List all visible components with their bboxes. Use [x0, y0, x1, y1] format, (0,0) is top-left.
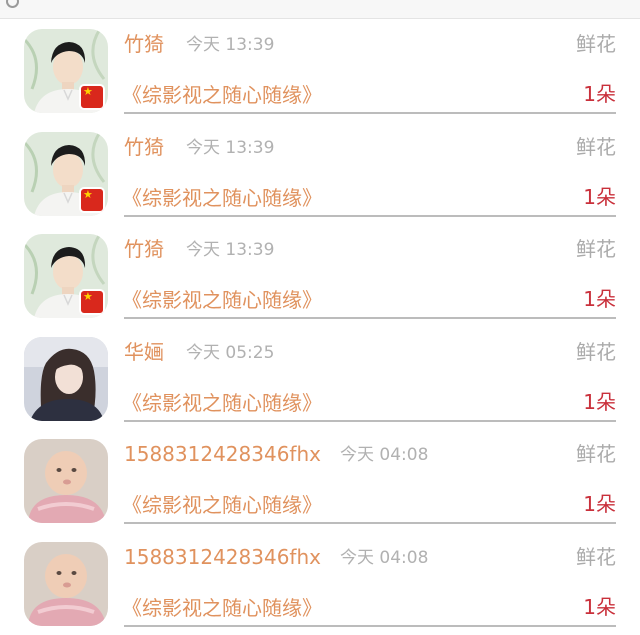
flower-gift-list: ★ 竹猗 今天 13:39 鲜花 《综影视之随心随缘》 1朵 ★ 竹猗 今天 1…	[0, 19, 640, 635]
gift-count: 1朵	[583, 492, 616, 517]
book-title-link[interactable]: 《综影视之随心随缘》	[122, 185, 322, 211]
gift-type: 鲜花	[576, 339, 616, 364]
user-name[interactable]: 1588312428346fhx	[124, 441, 321, 467]
timestamp: 今天 13:39	[186, 35, 275, 55]
divider	[124, 522, 616, 525]
list-item[interactable]: 华婳 今天 05:25 鲜花 《综影视之随心随缘》 1朵	[0, 327, 640, 430]
avatar[interactable]	[24, 541, 108, 626]
book-title-link[interactable]: 《综影视之随心随缘》	[122, 492, 322, 518]
gift-type: 鲜花	[576, 134, 616, 159]
divider	[124, 112, 616, 114]
list-item[interactable]: ★ 竹猗 今天 13:39 鲜花 《综影视之随心随缘》 1朵	[0, 122, 640, 225]
flag-icon: ★	[79, 186, 105, 213]
gift-type: 鲜花	[576, 442, 616, 467]
timestamp: 今天 04:08	[340, 445, 429, 466]
avatar[interactable]: ★	[24, 29, 108, 113]
divider	[124, 419, 616, 422]
search-icon[interactable]	[6, 0, 19, 8]
timestamp: 今天 05:25	[186, 342, 275, 363]
user-name[interactable]: 华婳	[124, 339, 164, 365]
baby-avatar-image	[24, 541, 108, 626]
woman-avatar-image	[24, 336, 108, 421]
timestamp: 今天 13:39	[186, 137, 275, 158]
book-title-link[interactable]: 《综影视之随心随缘》	[122, 595, 322, 621]
baby-avatar-image	[24, 439, 108, 524]
gift-type: 鲜花	[576, 32, 616, 56]
gift-count: 1朵	[583, 594, 616, 619]
avatar[interactable]	[24, 336, 108, 421]
divider	[124, 214, 616, 217]
avatar[interactable]: ★	[24, 131, 108, 216]
user-name[interactable]: 竹猗	[124, 134, 164, 160]
gift-count: 1朵	[583, 184, 616, 209]
book-title-link[interactable]: 《综影视之随心随缘》	[122, 287, 322, 313]
user-name[interactable]: 竹猗	[124, 236, 164, 262]
list-item[interactable]: 1588312428346fhx 今天 04:08 鲜花 《综影视之随心随缘》 …	[0, 429, 640, 532]
gift-type: 鲜花	[576, 237, 616, 262]
list-item[interactable]: ★ 竹猗 今天 13:39 鲜花 《综影视之随心随缘》 1朵	[0, 19, 640, 122]
user-name[interactable]: 1588312428346fhx	[124, 544, 321, 570]
flag-icon: ★	[79, 84, 105, 110]
book-title-link[interactable]: 《综影视之随心随缘》	[122, 82, 322, 108]
divider	[124, 317, 616, 320]
avatar[interactable]	[24, 439, 108, 524]
gift-count: 1朵	[583, 287, 616, 312]
book-title-link[interactable]: 《综影视之随心随缘》	[122, 390, 322, 416]
flag-icon: ★	[79, 289, 105, 316]
avatar[interactable]: ★	[24, 234, 108, 319]
gift-count: 1朵	[583, 389, 616, 414]
timestamp: 今天 13:39	[186, 240, 275, 261]
gift-type: 鲜花	[576, 544, 616, 569]
divider	[124, 624, 616, 627]
list-item[interactable]: ★ 竹猗 今天 13:39 鲜花 《综影视之随心随缘》 1朵	[0, 224, 640, 327]
gift-count: 1朵	[583, 82, 616, 106]
timestamp: 今天 04:08	[340, 547, 429, 568]
list-item[interactable]: 1588312428346fhx 今天 04:08 鲜花 《综影视之随心随缘》 …	[0, 532, 640, 635]
top-bar	[0, 0, 640, 19]
user-name[interactable]: 竹猗	[124, 31, 164, 57]
